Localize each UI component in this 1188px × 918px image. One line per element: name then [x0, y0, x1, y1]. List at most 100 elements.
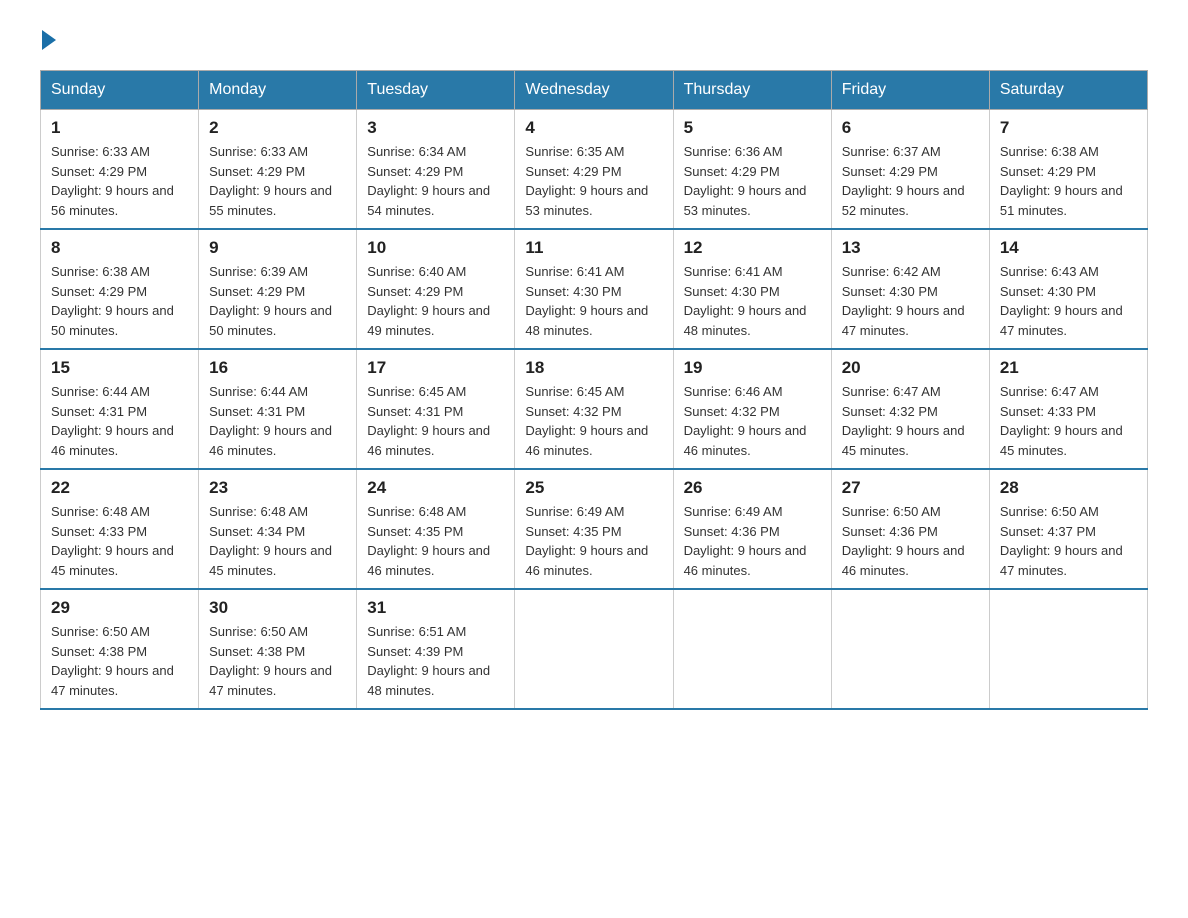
- calendar-cell: 6 Sunrise: 6:37 AMSunset: 4:29 PMDayligh…: [831, 110, 989, 230]
- calendar-cell: 16 Sunrise: 6:44 AMSunset: 4:31 PMDaylig…: [199, 349, 357, 469]
- day-info: Sunrise: 6:51 AMSunset: 4:39 PMDaylight:…: [367, 622, 504, 700]
- column-header-friday: Friday: [831, 71, 989, 110]
- column-header-monday: Monday: [199, 71, 357, 110]
- day-number: 6: [842, 118, 979, 138]
- day-number: 26: [684, 478, 821, 498]
- day-info: Sunrise: 6:50 AMSunset: 4:38 PMDaylight:…: [209, 622, 346, 700]
- calendar-cell: 7 Sunrise: 6:38 AMSunset: 4:29 PMDayligh…: [989, 110, 1147, 230]
- day-number: 16: [209, 358, 346, 378]
- calendar-table: SundayMondayTuesdayWednesdayThursdayFrid…: [40, 70, 1148, 710]
- week-row: 22 Sunrise: 6:48 AMSunset: 4:33 PMDaylig…: [41, 469, 1148, 589]
- day-info: Sunrise: 6:48 AMSunset: 4:33 PMDaylight:…: [51, 502, 188, 580]
- day-info: Sunrise: 6:33 AMSunset: 4:29 PMDaylight:…: [51, 142, 188, 220]
- column-header-tuesday: Tuesday: [357, 71, 515, 110]
- week-row: 29 Sunrise: 6:50 AMSunset: 4:38 PMDaylig…: [41, 589, 1148, 709]
- day-info: Sunrise: 6:41 AMSunset: 4:30 PMDaylight:…: [525, 262, 662, 340]
- calendar-cell: [989, 589, 1147, 709]
- day-number: 7: [1000, 118, 1137, 138]
- calendar-cell: 19 Sunrise: 6:46 AMSunset: 4:32 PMDaylig…: [673, 349, 831, 469]
- calendar-cell: 13 Sunrise: 6:42 AMSunset: 4:30 PMDaylig…: [831, 229, 989, 349]
- calendar-cell: [831, 589, 989, 709]
- day-info: Sunrise: 6:41 AMSunset: 4:30 PMDaylight:…: [684, 262, 821, 340]
- calendar-header-row: SundayMondayTuesdayWednesdayThursdayFrid…: [41, 71, 1148, 110]
- calendar-cell: 21 Sunrise: 6:47 AMSunset: 4:33 PMDaylig…: [989, 349, 1147, 469]
- calendar-cell: 12 Sunrise: 6:41 AMSunset: 4:30 PMDaylig…: [673, 229, 831, 349]
- day-info: Sunrise: 6:40 AMSunset: 4:29 PMDaylight:…: [367, 262, 504, 340]
- day-info: Sunrise: 6:38 AMSunset: 4:29 PMDaylight:…: [1000, 142, 1137, 220]
- day-number: 19: [684, 358, 821, 378]
- calendar-cell: 17 Sunrise: 6:45 AMSunset: 4:31 PMDaylig…: [357, 349, 515, 469]
- calendar-cell: 25 Sunrise: 6:49 AMSunset: 4:35 PMDaylig…: [515, 469, 673, 589]
- day-number: 28: [1000, 478, 1137, 498]
- day-info: Sunrise: 6:47 AMSunset: 4:32 PMDaylight:…: [842, 382, 979, 460]
- day-info: Sunrise: 6:44 AMSunset: 4:31 PMDaylight:…: [209, 382, 346, 460]
- day-number: 4: [525, 118, 662, 138]
- calendar-cell: 20 Sunrise: 6:47 AMSunset: 4:32 PMDaylig…: [831, 349, 989, 469]
- calendar-cell: 3 Sunrise: 6:34 AMSunset: 4:29 PMDayligh…: [357, 110, 515, 230]
- day-number: 29: [51, 598, 188, 618]
- calendar-cell: 8 Sunrise: 6:38 AMSunset: 4:29 PMDayligh…: [41, 229, 199, 349]
- week-row: 1 Sunrise: 6:33 AMSunset: 4:29 PMDayligh…: [41, 110, 1148, 230]
- day-info: Sunrise: 6:43 AMSunset: 4:30 PMDaylight:…: [1000, 262, 1137, 340]
- day-number: 3: [367, 118, 504, 138]
- logo: [40, 30, 58, 50]
- calendar-cell: 31 Sunrise: 6:51 AMSunset: 4:39 PMDaylig…: [357, 589, 515, 709]
- calendar-cell: [673, 589, 831, 709]
- day-info: Sunrise: 6:34 AMSunset: 4:29 PMDaylight:…: [367, 142, 504, 220]
- calendar-cell: [515, 589, 673, 709]
- day-info: Sunrise: 6:46 AMSunset: 4:32 PMDaylight:…: [684, 382, 821, 460]
- day-number: 2: [209, 118, 346, 138]
- calendar-cell: 24 Sunrise: 6:48 AMSunset: 4:35 PMDaylig…: [357, 469, 515, 589]
- day-info: Sunrise: 6:42 AMSunset: 4:30 PMDaylight:…: [842, 262, 979, 340]
- day-number: 24: [367, 478, 504, 498]
- day-info: Sunrise: 6:39 AMSunset: 4:29 PMDaylight:…: [209, 262, 346, 340]
- calendar-cell: 29 Sunrise: 6:50 AMSunset: 4:38 PMDaylig…: [41, 589, 199, 709]
- calendar-cell: 2 Sunrise: 6:33 AMSunset: 4:29 PMDayligh…: [199, 110, 357, 230]
- day-number: 31: [367, 598, 504, 618]
- calendar-cell: 15 Sunrise: 6:44 AMSunset: 4:31 PMDaylig…: [41, 349, 199, 469]
- calendar-cell: 9 Sunrise: 6:39 AMSunset: 4:29 PMDayligh…: [199, 229, 357, 349]
- day-info: Sunrise: 6:38 AMSunset: 4:29 PMDaylight:…: [51, 262, 188, 340]
- day-info: Sunrise: 6:47 AMSunset: 4:33 PMDaylight:…: [1000, 382, 1137, 460]
- column-header-thursday: Thursday: [673, 71, 831, 110]
- calendar-cell: 14 Sunrise: 6:43 AMSunset: 4:30 PMDaylig…: [989, 229, 1147, 349]
- page-header: [40, 30, 1148, 50]
- logo-arrow-icon: [42, 30, 56, 50]
- column-header-sunday: Sunday: [41, 71, 199, 110]
- day-number: 25: [525, 478, 662, 498]
- day-info: Sunrise: 6:50 AMSunset: 4:37 PMDaylight:…: [1000, 502, 1137, 580]
- day-number: 13: [842, 238, 979, 258]
- day-info: Sunrise: 6:33 AMSunset: 4:29 PMDaylight:…: [209, 142, 346, 220]
- calendar-cell: 5 Sunrise: 6:36 AMSunset: 4:29 PMDayligh…: [673, 110, 831, 230]
- week-row: 8 Sunrise: 6:38 AMSunset: 4:29 PMDayligh…: [41, 229, 1148, 349]
- day-info: Sunrise: 6:50 AMSunset: 4:38 PMDaylight:…: [51, 622, 188, 700]
- day-number: 10: [367, 238, 504, 258]
- day-info: Sunrise: 6:45 AMSunset: 4:31 PMDaylight:…: [367, 382, 504, 460]
- day-info: Sunrise: 6:44 AMSunset: 4:31 PMDaylight:…: [51, 382, 188, 460]
- calendar-cell: 18 Sunrise: 6:45 AMSunset: 4:32 PMDaylig…: [515, 349, 673, 469]
- day-info: Sunrise: 6:37 AMSunset: 4:29 PMDaylight:…: [842, 142, 979, 220]
- day-info: Sunrise: 6:49 AMSunset: 4:36 PMDaylight:…: [684, 502, 821, 580]
- day-number: 15: [51, 358, 188, 378]
- day-info: Sunrise: 6:49 AMSunset: 4:35 PMDaylight:…: [525, 502, 662, 580]
- day-number: 8: [51, 238, 188, 258]
- day-info: Sunrise: 6:36 AMSunset: 4:29 PMDaylight:…: [684, 142, 821, 220]
- day-number: 23: [209, 478, 346, 498]
- day-number: 14: [1000, 238, 1137, 258]
- day-number: 11: [525, 238, 662, 258]
- calendar-cell: 23 Sunrise: 6:48 AMSunset: 4:34 PMDaylig…: [199, 469, 357, 589]
- day-number: 5: [684, 118, 821, 138]
- day-number: 9: [209, 238, 346, 258]
- day-number: 20: [842, 358, 979, 378]
- day-info: Sunrise: 6:48 AMSunset: 4:34 PMDaylight:…: [209, 502, 346, 580]
- calendar-cell: 4 Sunrise: 6:35 AMSunset: 4:29 PMDayligh…: [515, 110, 673, 230]
- calendar-cell: 10 Sunrise: 6:40 AMSunset: 4:29 PMDaylig…: [357, 229, 515, 349]
- calendar-cell: 30 Sunrise: 6:50 AMSunset: 4:38 PMDaylig…: [199, 589, 357, 709]
- calendar-cell: 27 Sunrise: 6:50 AMSunset: 4:36 PMDaylig…: [831, 469, 989, 589]
- day-number: 12: [684, 238, 821, 258]
- calendar-cell: 11 Sunrise: 6:41 AMSunset: 4:30 PMDaylig…: [515, 229, 673, 349]
- column-header-wednesday: Wednesday: [515, 71, 673, 110]
- day-info: Sunrise: 6:35 AMSunset: 4:29 PMDaylight:…: [525, 142, 662, 220]
- calendar-cell: 1 Sunrise: 6:33 AMSunset: 4:29 PMDayligh…: [41, 110, 199, 230]
- calendar-cell: 28 Sunrise: 6:50 AMSunset: 4:37 PMDaylig…: [989, 469, 1147, 589]
